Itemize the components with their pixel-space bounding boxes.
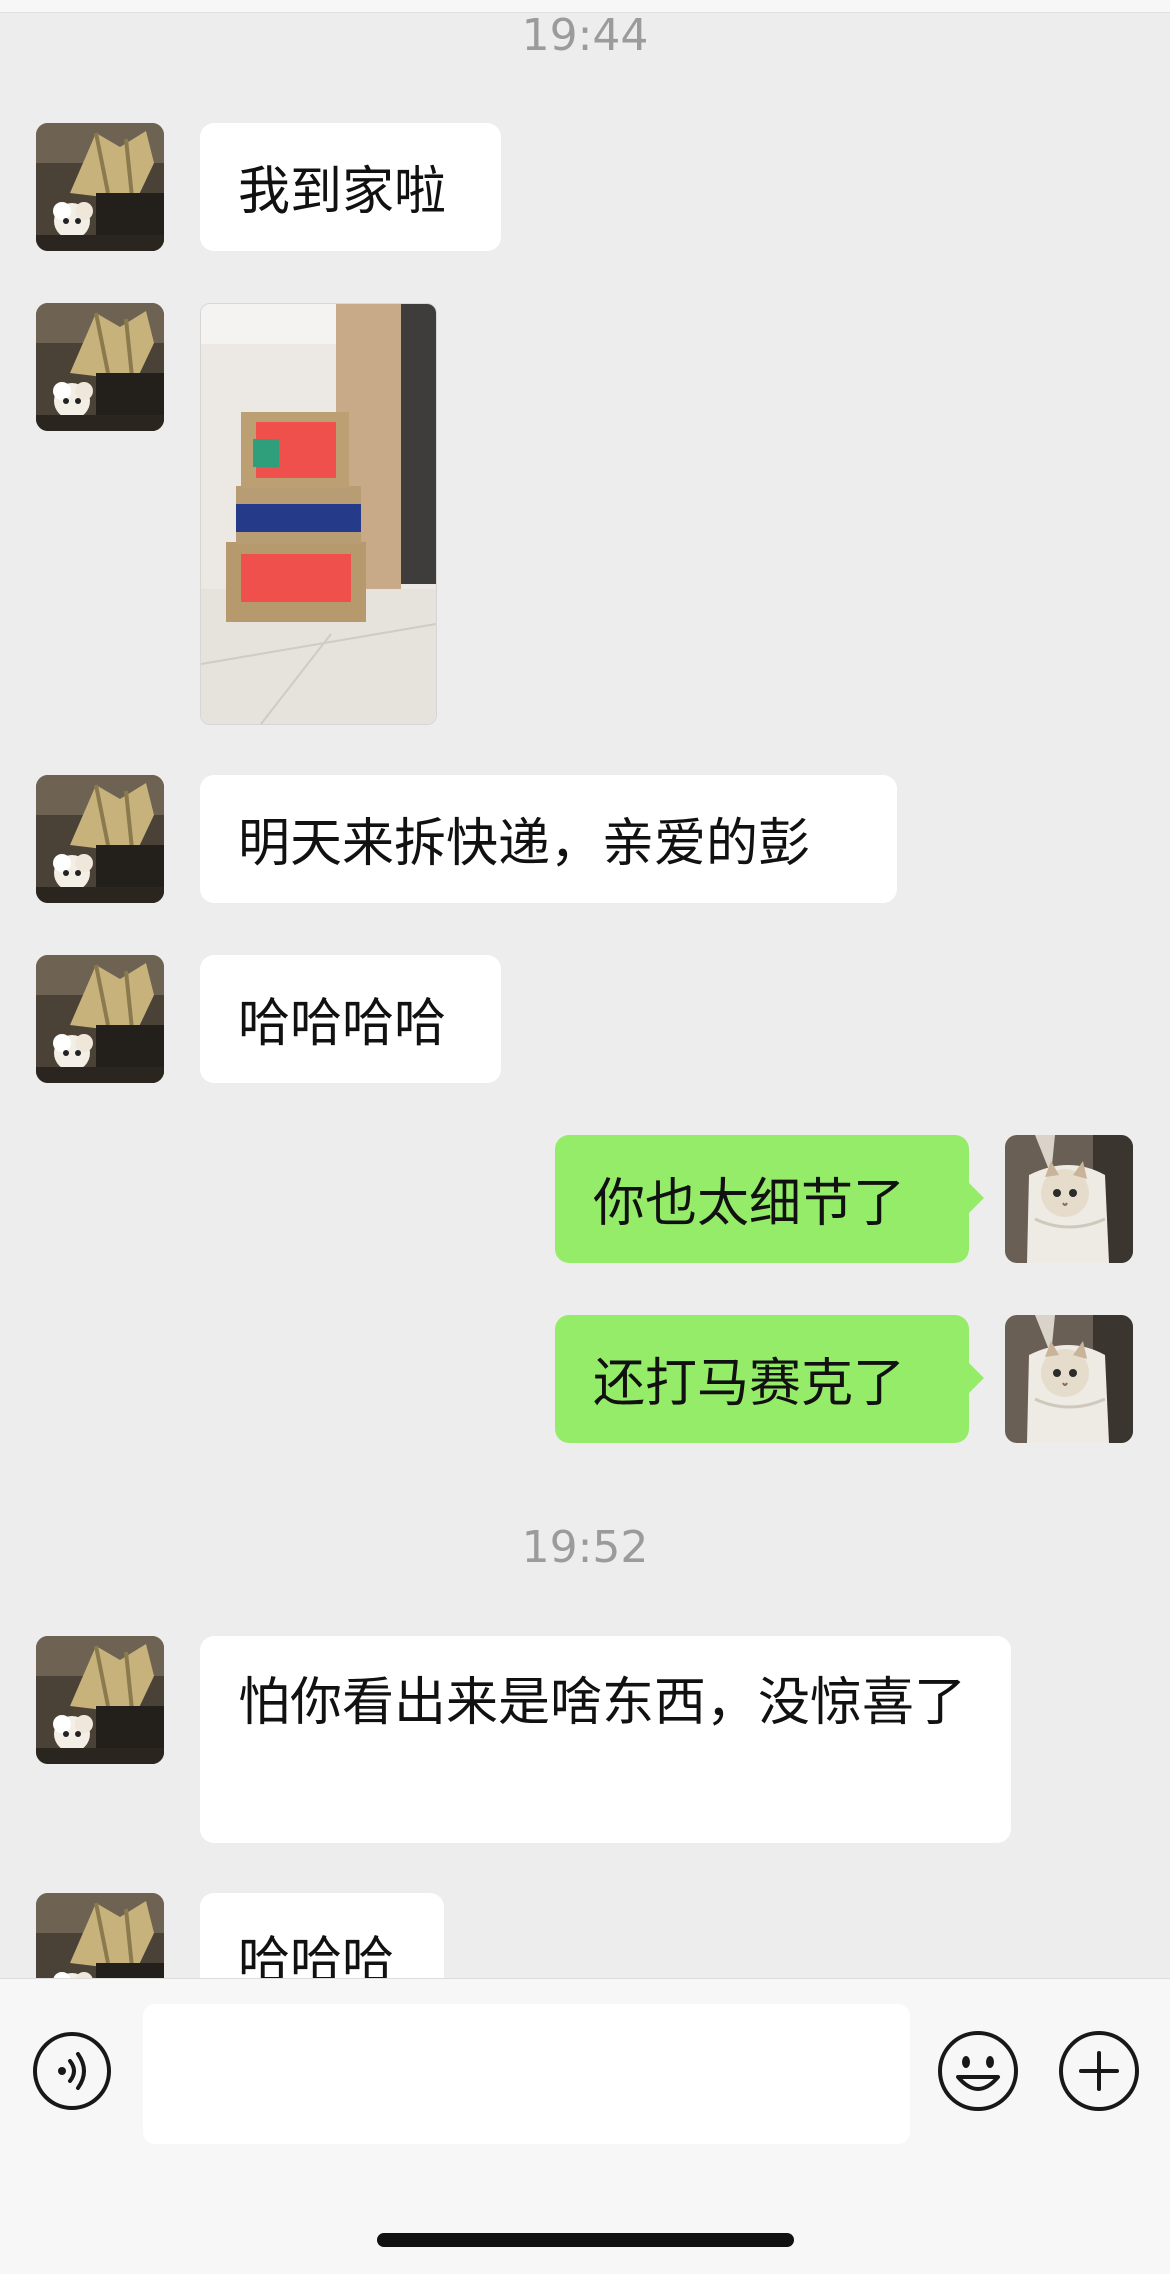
contact-avatar[interactable] bbox=[36, 303, 164, 431]
image-message[interactable] bbox=[200, 303, 437, 725]
contact-avatar[interactable] bbox=[36, 775, 164, 903]
message-timestamp: 19:52 bbox=[521, 1522, 649, 1573]
message-bubble-sent[interactable]: 还打马赛克了 bbox=[555, 1315, 984, 1443]
photo-stacked-boxes bbox=[201, 304, 436, 724]
home-indicator[interactable] bbox=[377, 2233, 794, 2247]
message-timestamp: 19:44 bbox=[521, 10, 649, 61]
message-bubble-received[interactable]: 怕你看出来是啥东西，没惊喜了 bbox=[200, 1636, 1011, 1843]
message-input[interactable] bbox=[143, 2004, 910, 2144]
voice-icon bbox=[33, 2032, 111, 2110]
message-bubble-received[interactable]: 哈哈哈哈 bbox=[200, 955, 501, 1083]
emoji-icon bbox=[938, 2031, 1018, 2111]
emoji-button[interactable] bbox=[936, 2029, 1020, 2113]
message-bubble-sent[interactable]: 你也太细节了 bbox=[555, 1135, 984, 1263]
self-avatar[interactable] bbox=[1005, 1135, 1133, 1263]
contact-avatar[interactable] bbox=[36, 955, 164, 1083]
voice-button[interactable] bbox=[32, 2031, 112, 2111]
chat-input-bar bbox=[0, 1978, 1170, 2274]
plus-icon bbox=[1059, 2031, 1139, 2111]
more-button[interactable] bbox=[1057, 2029, 1141, 2113]
message-bubble-received[interactable]: 我到家啦 bbox=[200, 123, 501, 251]
contact-avatar[interactable] bbox=[36, 123, 164, 251]
contact-avatar[interactable] bbox=[36, 1636, 164, 1764]
message-bubble-received[interactable]: 明天来拆快递，亲爱的彭 bbox=[200, 775, 897, 903]
self-avatar[interactable] bbox=[1005, 1315, 1133, 1443]
